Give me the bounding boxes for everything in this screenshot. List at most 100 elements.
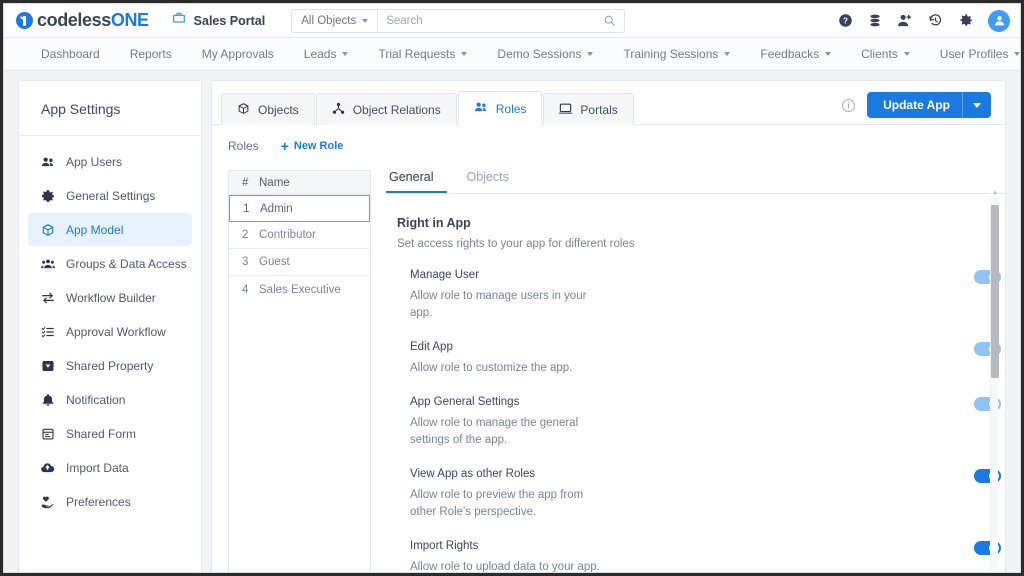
nav-item-leads[interactable]: Leads	[289, 38, 364, 70]
sidebar-item-workflow-builder[interactable]: Workflow Builder	[28, 281, 192, 314]
sidebar-item-app-model[interactable]: App Model	[28, 213, 192, 246]
rights-section-subtitle: Set access rights to your app for differ…	[397, 238, 635, 250]
right-description: Allow role to manage the general setting…	[410, 417, 579, 446]
sidebar-item-notification[interactable]: Notification	[28, 383, 192, 416]
right-description: Allow role to manage users in your app.	[410, 290, 587, 319]
nav-item-reports[interactable]: Reports	[115, 38, 187, 70]
right-item-app-general-settings: App General Settings Allow role to manag…	[397, 396, 1005, 449]
chevron-down-icon	[903, 52, 910, 56]
sidebar-item-app-users[interactable]: App Users	[28, 145, 192, 178]
detail-tab-label: Objects	[466, 170, 509, 184]
nav-item-trial-requests[interactable]: Trial Requests	[363, 38, 482, 70]
right-text: Import Rights Allow role to upload data …	[410, 540, 974, 572]
help-icon[interactable]: ?	[838, 13, 853, 28]
tab-general[interactable]: General	[386, 170, 448, 193]
nav-label: Trial Requests	[378, 47, 456, 61]
nav-item-clients[interactable]: Clients	[846, 38, 925, 70]
nav-item-my-approvals[interactable]: My Approvals	[187, 38, 289, 70]
sidebar-item-general-settings[interactable]: General Settings	[28, 179, 192, 212]
page-body: App Settings App Users General Settings …	[4, 71, 1020, 572]
table-row[interactable]: 2 Contributor	[229, 222, 370, 249]
right-title: Import Rights	[410, 540, 479, 552]
app-logo[interactable]: codelessONE	[16, 10, 149, 31]
sidebar-item-groups-data-access[interactable]: Groups & Data Access	[28, 247, 192, 280]
sidebar-item-preferences[interactable]: Preferences	[28, 485, 192, 518]
object-filter-dropdown[interactable]: All Objects	[292, 9, 379, 32]
table-row[interactable]: 4 Sales Executive	[229, 276, 370, 303]
search-bar: All Objects	[291, 8, 626, 33]
hand-heart-icon	[40, 495, 55, 509]
tab-actions: i Update App	[842, 92, 1005, 124]
row-name: Admin	[260, 202, 293, 215]
nav-item-training-sessions[interactable]: Training Sessions	[608, 38, 745, 70]
sidebar-item-label: App Users	[66, 154, 123, 169]
portal-name: Sales Portal	[193, 13, 266, 28]
info-icon[interactable]: i	[842, 98, 856, 112]
history-icon[interactable]	[928, 13, 943, 28]
roles-breadcrumb: Roles	[228, 139, 259, 153]
search-input[interactable]	[378, 9, 604, 32]
tab-portals[interactable]: Portals	[543, 93, 634, 125]
new-role-label: New Role	[293, 140, 344, 152]
nav-label: Demo Sessions	[497, 47, 582, 61]
model-tabstrip: Objects Object Relations Roles Portals i…	[212, 81, 1005, 125]
chevron-down-icon	[461, 52, 468, 56]
scrollbar-thumb[interactable]	[991, 205, 999, 378]
nav-label: Clients	[861, 47, 898, 61]
table-row[interactable]: 1 Admin	[229, 195, 370, 222]
nav-item-user-profiles[interactable]: User Profiles	[925, 38, 1020, 70]
logo-text-secondary: ONE	[110, 10, 149, 30]
sidebar-item-label: Workflow Builder	[66, 290, 156, 305]
sidebar-item-import-data[interactable]: Import Data	[28, 451, 192, 484]
chevron-down-icon	[825, 52, 832, 56]
search-icon[interactable]	[603, 14, 624, 27]
nav-item-feedbacks[interactable]: Feedbacks	[745, 38, 846, 70]
portal-selector[interactable]: Sales Portal	[171, 10, 266, 31]
tab-label: Roles	[495, 101, 527, 116]
cube-icon	[40, 223, 55, 237]
dropdown-box-icon	[40, 359, 55, 373]
right-description: Allow role to preview the app from other…	[410, 489, 584, 518]
bell-icon	[40, 393, 55, 407]
update-app-button[interactable]: Update App	[867, 92, 991, 118]
chevron-down-icon[interactable]	[963, 102, 991, 108]
tab-objects-detail[interactable]: Objects	[463, 170, 522, 193]
users-icon	[474, 100, 488, 117]
nav-item-dashboard[interactable]: Dashboard	[26, 38, 115, 70]
rights-scrollbar[interactable]: ▲ ▼	[990, 190, 999, 572]
chevron-down-icon	[362, 18, 369, 23]
form-icon	[40, 427, 55, 441]
user-avatar[interactable]	[988, 9, 1010, 32]
sidebar-item-label: Import Data	[66, 460, 129, 475]
right-item-edit-app: Edit App Allow role to customize the app…	[397, 341, 1005, 377]
tab-object-relations[interactable]: Object Relations	[315, 93, 457, 125]
users-icon	[40, 155, 55, 169]
top-icon-group: ?	[838, 9, 1010, 32]
logo-text-primary: codeless	[37, 10, 111, 30]
table-row[interactable]: 3 Guest	[229, 249, 370, 276]
roles-table-header: # Name	[229, 171, 370, 195]
checklist-icon	[40, 325, 55, 339]
relations-icon	[332, 102, 345, 118]
sidebar-item-approval-workflow[interactable]: Approval Workflow	[28, 315, 192, 348]
sidebar-item-shared-form[interactable]: Shared Form	[28, 417, 192, 450]
database-icon[interactable]	[868, 13, 882, 28]
row-name: Contributor	[259, 229, 316, 241]
cube-icon	[237, 102, 250, 118]
scroll-up-arrow[interactable]: ▲	[991, 190, 999, 196]
settings-gear-icon[interactable]	[958, 13, 973, 28]
tab-objects[interactable]: Objects	[221, 93, 315, 125]
add-user-icon[interactable]	[897, 13, 913, 28]
sidebar-item-label: App Model	[66, 222, 124, 237]
tab-roles[interactable]: Roles	[457, 91, 543, 125]
right-item-view-app-as-other-roles: View App as other Roles Allow role to pr…	[397, 468, 1005, 521]
row-name: Guest	[259, 256, 290, 268]
sidebar-item-label: Approval Workflow	[66, 324, 166, 339]
right-title: Edit App	[410, 341, 453, 353]
sidebar-item-shared-property[interactable]: Shared Property	[28, 349, 192, 382]
cloud-upload-icon	[40, 461, 55, 475]
nav-item-demo-sessions[interactable]: Demo Sessions	[482, 38, 608, 70]
app-model-panel: Objects Object Relations Roles Portals i…	[211, 80, 1006, 572]
nav-label: User Profiles	[939, 47, 1009, 61]
new-role-button[interactable]: + New Role	[281, 139, 344, 153]
